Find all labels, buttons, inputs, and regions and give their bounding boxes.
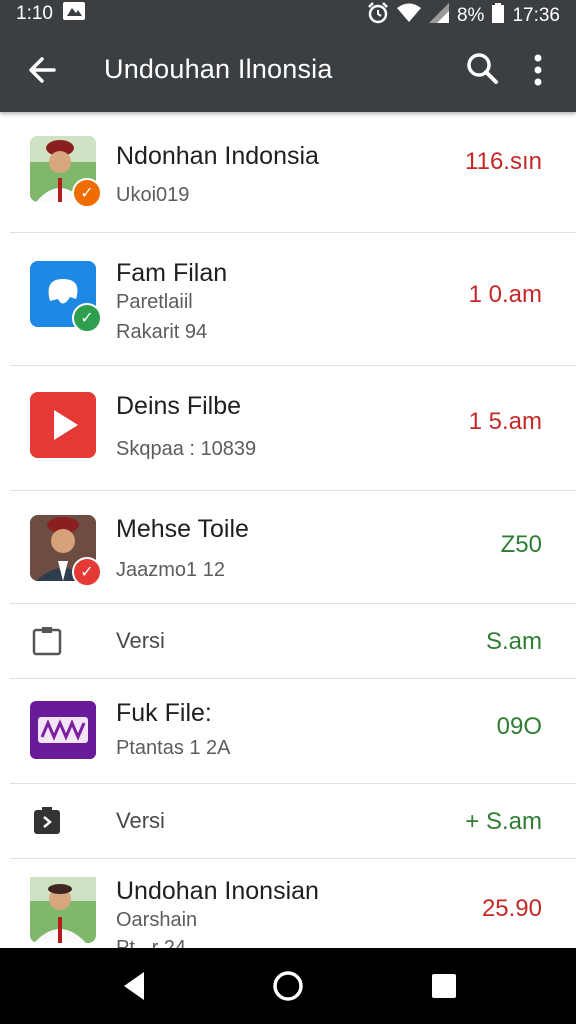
- status-left: 1:10: [16, 2, 85, 26]
- back-triangle-icon[interactable]: [116, 966, 156, 1006]
- item-title: Ndonhan Indonsia: [116, 142, 319, 170]
- system-nav-bar: [0, 948, 576, 1024]
- item-title: Fam Filan: [116, 259, 228, 287]
- item-title: Undohan Inonsian: [116, 877, 319, 905]
- list-item[interactable]: ✓ Fam Filan Paretlaiil Rakarit 94 1 0.am: [10, 233, 576, 366]
- status-time-left: 1:10: [16, 3, 53, 24]
- item-value: 1 0.am: [468, 281, 542, 308]
- version-row[interactable]: Versi S.am: [10, 604, 576, 679]
- verified-check-icon: ✓: [72, 303, 102, 333]
- video-play-icon: [30, 392, 96, 458]
- list-item[interactable]: Deins Filbe Skqpaa : 10839 1 5.am: [10, 366, 576, 491]
- item-subtitle: Paretlaiil: [116, 291, 193, 313]
- app-thumbnail-icon: ✓: [30, 136, 102, 208]
- status-badge-icon: ✓: [72, 178, 102, 208]
- recents-square-icon[interactable]: [424, 966, 464, 1006]
- home-circle-icon[interactable]: [268, 966, 308, 1006]
- chat-app-icon: ✓: [30, 261, 102, 333]
- item-value: 09O: [496, 713, 542, 740]
- version-label: Versi: [116, 628, 165, 653]
- app-bar: Undouhan Ilnonsia: [0, 26, 576, 112]
- item-title: Deins Filbe: [116, 392, 242, 420]
- version-label: Versi: [116, 808, 165, 833]
- list-item[interactable]: ✓ Mehse Toile Jaazmo1 12 Z50: [10, 491, 576, 604]
- notification-icon: [62, 2, 85, 26]
- item-subtitle: Jaazmo1 12: [116, 559, 225, 581]
- item-value: Z50: [500, 531, 542, 558]
- profile-photo-icon: ✓: [30, 515, 102, 587]
- purple-app-icon: [30, 701, 96, 759]
- list-item[interactable]: Undohan Inonsian Oarshain Pt...r 24 25.9…: [10, 859, 576, 959]
- status-time-right: 17:36: [512, 5, 560, 26]
- item-subtitle: Oarshain: [116, 909, 198, 931]
- item-value: 25.90: [481, 895, 542, 922]
- more-vert-icon[interactable]: [522, 48, 554, 92]
- status-badge-icon: ✓: [72, 557, 102, 587]
- item-subtitle-2: Rakarit 94: [116, 321, 208, 343]
- document-icon: [32, 626, 62, 656]
- item-subtitle: Ptantas 1 2A: [116, 737, 231, 759]
- version-row[interactable]: Versi + S.am: [10, 784, 576, 859]
- list-item[interactable]: Fuk File: Ptantas 1 2A 09O: [10, 679, 576, 784]
- battery-percent: 8%: [456, 5, 485, 26]
- item-title: Fuk File:: [116, 699, 212, 727]
- list-item[interactable]: ✓ Ndonhan Indonsia Ukoi019 116.sın: [10, 112, 576, 233]
- item-value: 116.sın: [465, 148, 542, 175]
- file-icon: [32, 806, 62, 836]
- item-subtitle: Ukoi019: [116, 184, 190, 206]
- item-value: 1 5.am: [468, 408, 542, 435]
- item-title: Mehse Toile: [116, 515, 249, 543]
- item-value: S.am: [485, 628, 542, 655]
- search-icon[interactable]: [462, 48, 502, 88]
- page-title: Undouhan Ilnonsia: [104, 54, 333, 84]
- item-subtitle: Skqpaa : 10839: [116, 438, 257, 460]
- back-arrow-icon[interactable]: [24, 48, 68, 92]
- item-value: + S.am: [465, 808, 542, 835]
- status-bar: 1:10 8% 17:36: [0, 0, 576, 26]
- app-thumbnail-icon: [30, 877, 96, 943]
